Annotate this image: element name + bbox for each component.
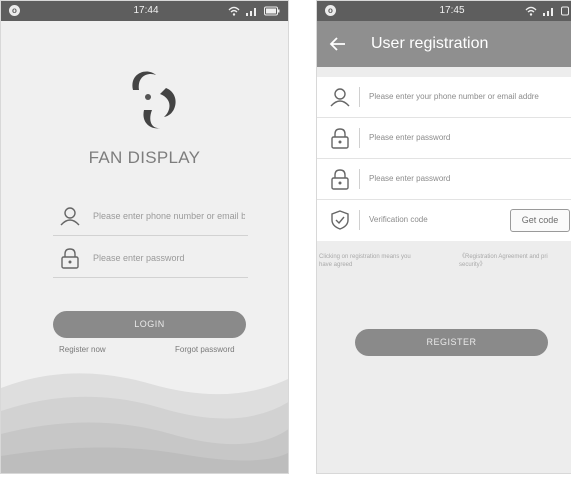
user-icon (60, 207, 80, 226)
registration-form: Please enter your phone number or email … (317, 77, 571, 241)
register-now-link[interactable]: Register now (59, 345, 106, 354)
field-divider (359, 169, 360, 189)
wave-decoration (1, 373, 288, 473)
verification-placeholder: Verification code (369, 215, 428, 224)
user-icon (330, 88, 350, 107)
phone-email-placeholder: Please enter phone number or email b (93, 211, 245, 221)
agreement-text-line: Clicking on registration means you (319, 254, 411, 260)
phone-email-field[interactable]: Please enter phone number or email b (53, 199, 248, 236)
status-time: 17:45 (439, 5, 465, 16)
lock-icon (331, 128, 349, 149)
signal-icon (543, 8, 553, 16)
status-bar: o 17:44 (1, 1, 288, 21)
lock-icon (61, 248, 79, 269)
status-time: 17:44 (133, 5, 159, 16)
verification-code-field[interactable]: Verification code Get code (317, 200, 571, 240)
password-field[interactable]: Please enter password (317, 118, 571, 159)
lock-icon (331, 169, 349, 190)
battery-icon (561, 6, 569, 16)
status-icons (525, 3, 569, 19)
field-divider (359, 128, 360, 148)
account-field[interactable]: Please enter your phone number or email … (317, 77, 571, 118)
shield-icon (331, 210, 349, 230)
status-dot-icon: o (325, 5, 336, 16)
fan-logo-icon (132, 71, 176, 129)
agreement-link-line: 《Registration Agreement and pri (459, 254, 548, 260)
field-divider (359, 87, 360, 107)
agreement-text: Clicking on registration means you have … (319, 253, 411, 269)
wifi-icon (228, 6, 240, 16)
get-code-button[interactable]: Get code (510, 209, 570, 232)
page-title: User registration (371, 35, 489, 52)
confirm-password-field[interactable]: Please enter password (317, 159, 571, 200)
back-arrow-icon[interactable] (327, 33, 349, 55)
agreement-link-line: security》 (459, 262, 486, 268)
brand-title: FAN DISPLAY (88, 148, 201, 167)
register-button[interactable]: REGISTER (355, 329, 548, 356)
agreement-link[interactable]: 《Registration Agreement and pri security… (459, 253, 548, 269)
battery-icon (264, 6, 280, 16)
login-button[interactable]: LOGIN (53, 311, 246, 338)
status-dot-icon: o (9, 5, 20, 16)
password-placeholder: Please enter password (93, 253, 185, 263)
status-bar: o 17:45 (317, 1, 571, 21)
password-field[interactable]: Please enter password (53, 241, 248, 278)
wifi-icon (525, 6, 537, 16)
app-bar: User registration (317, 21, 571, 67)
registration-screen: o 17:45 User registration Please enter y… (316, 0, 571, 474)
account-placeholder: Please enter your phone number or email … (369, 92, 539, 101)
signal-icon (246, 8, 256, 16)
field-divider (359, 210, 360, 230)
status-icons (228, 3, 280, 19)
agreement-text-line: have agreed (319, 262, 353, 268)
confirm-password-placeholder: Please enter password (369, 174, 451, 183)
forgot-password-link[interactable]: Forgot password (175, 345, 235, 354)
login-screen: o 17:44 FAN DISPLAY Please enter phone n… (0, 0, 289, 474)
password-placeholder: Please enter password (369, 133, 451, 142)
